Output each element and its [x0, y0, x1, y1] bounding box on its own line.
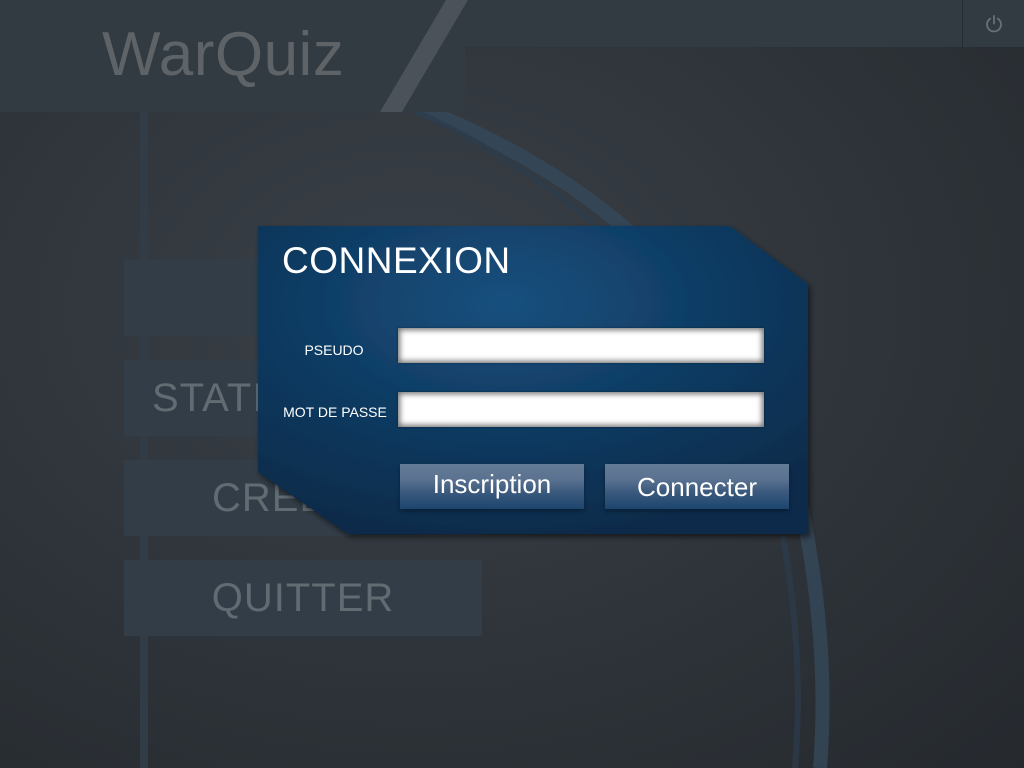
app-window: WarQuiz JO STATI CREE QUITTER: [0, 0, 1024, 768]
dialog-title: CONNEXION: [282, 240, 511, 281]
connect-button[interactable]: Connecter: [605, 464, 789, 509]
pseudo-label: PSEUDO: [304, 342, 364, 358]
app-title: WarQuiz: [102, 20, 345, 89]
power-button[interactable]: [963, 0, 1024, 47]
menu-item-label: STATI: [152, 375, 265, 420]
pseudo-input[interactable]: [398, 328, 764, 363]
menu-item-quitter[interactable]: QUITTER: [124, 560, 482, 636]
menu-item-label: QUITTER: [211, 575, 395, 620]
password-label: MOT DE PASSE: [283, 404, 387, 420]
password-input[interactable]: [398, 392, 764, 427]
power-icon: [985, 14, 1002, 32]
inscription-button[interactable]: Inscription: [400, 464, 584, 509]
top-bar: [420, 0, 1024, 47]
title-bar-diagonal-accent: [380, 0, 480, 112]
menu-connector-line: [140, 112, 148, 768]
login-dialog: CONNEXION PSEUDO MOT DE PASSE Inscriptio…: [258, 226, 808, 536]
